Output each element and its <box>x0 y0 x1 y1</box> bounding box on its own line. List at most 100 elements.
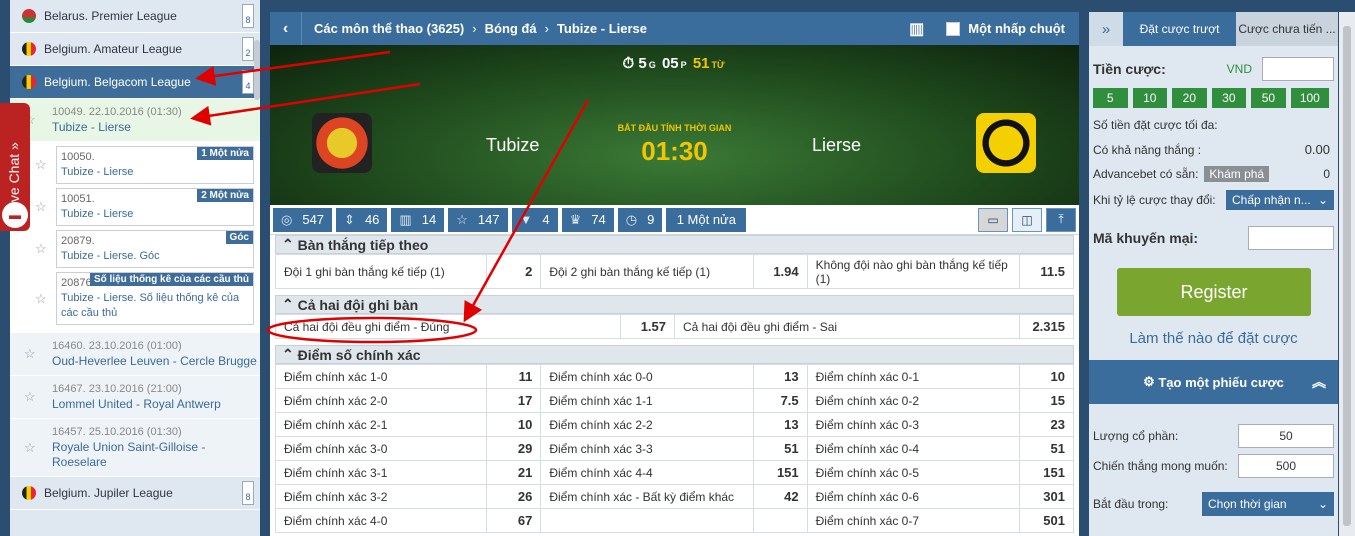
favorite-star-icon[interactable]: ☆ <box>24 346 36 361</box>
outcome-label[interactable]: Điểm chính xác 0-6 <box>806 484 1020 509</box>
single-column-view-icon[interactable]: ▭ <box>978 207 1008 232</box>
sub-market-item[interactable]: ☆ 10051. Tubize - Lierse 2 Một nửa <box>35 188 254 226</box>
sub-market-item[interactable]: ☆ 20876. Tubize - Lierse. Số liệu thống … <box>35 272 254 325</box>
tab-time[interactable]: ◷ 9 <box>617 207 663 232</box>
league-belgium-jupiler[interactable]: Belgium. Jupiler League 8 <box>10 477 260 510</box>
scrollbar-thumb[interactable] <box>1343 26 1351 526</box>
league-belgium-amateur[interactable]: Belgium. Amateur League 2 <box>10 33 260 66</box>
favorite-star-icon[interactable]: ☆ <box>24 440 36 455</box>
market-header[interactable]: ⌃ Điểm số chính xác <box>275 345 1074 364</box>
favorite-star-icon[interactable]: ☆ <box>24 389 36 404</box>
outcome-label[interactable]: Điểm chính xác 0-1 <box>806 364 1020 389</box>
odds-value[interactable]: 51 <box>752 436 808 461</box>
stake-preset-button[interactable]: 50 <box>1251 88 1286 108</box>
outcome-label[interactable] <box>540 508 754 533</box>
stake-preset-button[interactable]: 20 <box>1172 88 1207 108</box>
sub-market-item[interactable]: ☆ 20879. Tubize - Lierse. Góc Góc <box>35 230 254 268</box>
back-chevron-icon[interactable]: ‹ <box>270 12 302 45</box>
outcome-label[interactable]: Cả hai đội đều ghi điểm - Sai <box>674 314 1020 339</box>
outcome-label[interactable]: Điểm chính xác 1-0 <box>274 364 488 389</box>
stake-preset-button[interactable]: 30 <box>1211 88 1247 108</box>
collapse-double-chevron-icon[interactable]: » <box>1089 12 1123 46</box>
page-scrollbar[interactable] <box>1339 12 1355 536</box>
two-column-view-icon[interactable]: ◫ <box>1012 207 1042 232</box>
one-click-checkbox[interactable] <box>946 21 961 36</box>
outcome-label[interactable]: Điểm chính xác 0-4 <box>806 436 1020 461</box>
odds-value[interactable]: 29 <box>486 436 542 461</box>
sidebar-scrollbar[interactable] <box>254 40 260 100</box>
stake-input[interactable] <box>1262 57 1334 81</box>
odds-value[interactable]: 15 <box>1018 388 1075 413</box>
tab-favorites[interactable]: ☆ 147 <box>448 207 508 232</box>
outcome-label[interactable]: Điểm chính xác 3-0 <box>274 436 488 461</box>
outcome-label[interactable]: Cả hai đội đều ghi điểm - Đúng <box>275 314 621 339</box>
favorite-star-icon[interactable]: ☆ <box>35 157 47 172</box>
match-item[interactable]: ☆ 16460. 23.10.2016 (01:00) Oud-Heverlee… <box>10 333 260 376</box>
favorite-star-icon[interactable]: ☆ <box>35 291 47 306</box>
register-button[interactable]: Register <box>1117 268 1311 316</box>
stake-preset-button[interactable]: 100 <box>1290 88 1330 108</box>
tab-stats[interactable]: ▥ 14 <box>391 207 445 232</box>
odds-value[interactable]: 51 <box>1018 436 1075 461</box>
sub-market-item[interactable]: ☆ 10050. Tubize - Lierse 1 Một nửa <box>35 146 254 184</box>
odds-value[interactable]: 151 <box>752 460 808 485</box>
odds-value[interactable]: 13 <box>752 412 808 437</box>
promo-input[interactable] <box>1248 226 1334 250</box>
odds-value[interactable]: 42 <box>752 484 808 509</box>
league-belgium-belgacom[interactable]: Belgium. Belgacom League 4 <box>10 66 260 99</box>
explore-button[interactable]: Khám phá <box>1204 166 1270 182</box>
outcome-label[interactable]: Điểm chính xác 4-0 <box>274 508 488 533</box>
odds-value[interactable]: 1.94 <box>752 254 808 289</box>
outcome-label[interactable]: Điểm chính xác 3-3 <box>540 436 754 461</box>
odds-value[interactable]: 67 <box>486 508 542 533</box>
outcome-label[interactable]: Điểm chính xác 2-0 <box>274 388 488 413</box>
outcome-label[interactable]: Điểm chính xác 1-1 <box>540 388 754 413</box>
odds-value[interactable]: 11.5 <box>1018 254 1075 289</box>
outcome-label[interactable]: Điểm chính xác 2-2 <box>540 412 754 437</box>
tab-handicap[interactable]: ⇕ 46 <box>336 207 388 232</box>
favorite-star-icon[interactable]: ☆ <box>35 241 47 256</box>
match-item-selected[interactable]: ☆ 10049. 22.10.2016 (01:30) Tubize - Lie… <box>10 99 260 142</box>
market-header[interactable]: ⌃ Bàn thắng tiếp theo <box>275 235 1074 254</box>
create-ticket-header[interactable]: ⚙ Tạo một phiếu cược ︽ <box>1089 360 1338 404</box>
outcome-label[interactable]: Điểm chính xác 3-2 <box>274 484 488 509</box>
odds-value[interactable]: 1.57 <box>620 314 675 339</box>
tab-bet-slip[interactable]: Đặt cược trượt <box>1123 12 1236 46</box>
tab-all-markets[interactable]: ◎ 547 <box>273 207 333 232</box>
outcome-label[interactable]: Đội 1 ghi bàn thắng kế tiếp (1) <box>274 254 488 289</box>
tab-first-half[interactable]: 1 Một nửa <box>666 207 747 232</box>
breadcrumb-football[interactable]: Bóng đá <box>485 21 537 36</box>
league-belarus-premier[interactable]: Belarus. Premier League 8 <box>10 0 260 33</box>
odds-value[interactable]: 301 <box>1018 484 1075 509</box>
outcome-label[interactable]: Điểm chính xác 2-1 <box>274 412 488 437</box>
tab-pending-bets[interactable]: Cược chưa tiến ... <box>1236 12 1338 46</box>
odds-value[interactable]: 21 <box>486 460 542 485</box>
odds-value[interactable]: 23 <box>1018 412 1075 437</box>
stake-preset-button[interactable]: 10 <box>1132 88 1168 108</box>
tab-teams[interactable]: ▼ 4 <box>511 207 558 232</box>
outcome-label[interactable]: Điểm chính xác 0-0 <box>540 364 754 389</box>
outcome-label[interactable]: Đội 2 ghi bàn thắng kế tiếp (1) <box>540 254 754 289</box>
odds-value[interactable]: 10 <box>1018 364 1075 389</box>
desired-win-input[interactable]: 500 <box>1238 454 1334 478</box>
match-item[interactable]: ☆ 16457. 25.10.2016 (01:30) Royale Union… <box>10 419 260 477</box>
odds-value[interactable]: 2 <box>486 254 542 289</box>
shares-input[interactable]: 50 <box>1238 424 1334 448</box>
start-time-select[interactable]: Chọn thời gian ⌄ <box>1202 492 1334 516</box>
odds-value[interactable]: 501 <box>1018 508 1075 533</box>
outcome-label[interactable]: Điểm chính xác 0-2 <box>806 388 1020 413</box>
chat-bubble-icon[interactable]: ▬ <box>2 202 28 228</box>
how-to-bet-link[interactable]: Làm thế nào để đặt cược <box>1089 330 1338 347</box>
odds-value[interactable]: 26 <box>486 484 542 509</box>
statistics-chart-icon[interactable]: ▥ <box>909 19 924 39</box>
odds-value[interactable]: 11 <box>486 364 542 389</box>
outcome-label[interactable]: Điểm chính xác 0-7 <box>806 508 1020 533</box>
favorite-star-icon[interactable]: ☆ <box>35 199 47 214</box>
tab-trophy[interactable]: ♛ 74 <box>561 207 614 232</box>
outcome-label[interactable]: Điểm chính xác 3-1 <box>274 460 488 485</box>
outcome-label[interactable]: Không đội nào ghi bàn thắng kế tiếp (1) <box>806 254 1020 289</box>
outcome-label[interactable]: Điểm chính xác 4-4 <box>540 460 754 485</box>
outcome-label[interactable]: Điểm chính xác - Bất kỳ điểm khác <box>540 484 754 509</box>
market-header[interactable]: ⌃ Cả hai đội ghi bàn <box>275 295 1074 314</box>
odds-value[interactable] <box>752 508 808 533</box>
